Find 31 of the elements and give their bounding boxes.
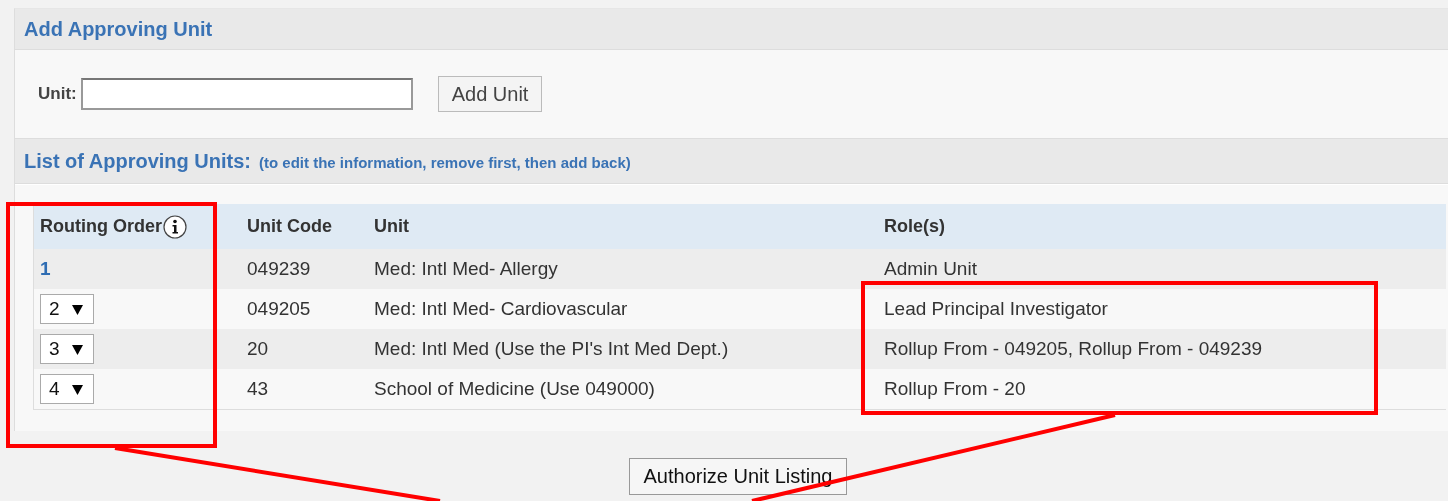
table-cell: Lead Principal Investigator — [878, 289, 1446, 329]
table-cell: Med: Intl Med- Allergy — [368, 249, 878, 289]
add-unit-button[interactable]: Add Unit — [437, 76, 543, 112]
caret-icon — [71, 343, 83, 355]
table-cell: 20 — [241, 329, 368, 369]
section-title: List of Approving Units: — [24, 149, 251, 173]
unit-field[interactable] — [80, 78, 413, 110]
routing-order-dropdown[interactable]: 2 — [40, 294, 94, 324]
table-cell: Rollup From - 20 — [878, 369, 1446, 410]
table-cell: Admin Unit — [878, 249, 1446, 289]
column-header: Routing Order — [40, 216, 162, 237]
table-cell: School of Medicine (Use 049000) — [368, 369, 878, 410]
column-header: Unit — [374, 216, 409, 237]
field-label: Unit: — [38, 84, 77, 104]
table-cell: Rollup From - 049205, Rollup From - 049239 — [878, 329, 1446, 369]
routing-order-dropdown[interactable]: 3 — [40, 334, 94, 364]
routing-order-dropdown[interactable]: 4 — [40, 374, 94, 404]
info-icon[interactable] — [163, 214, 187, 239]
table-cell: 049239 — [241, 249, 368, 289]
caret-icon — [71, 303, 83, 315]
column-header: Role(s) — [884, 216, 945, 237]
table-cell: Med: Intl Med- Cardiovascular — [368, 289, 878, 329]
authorize-unit-listing-button[interactable]: Authorize Unit Listing — [628, 458, 848, 495]
table-cell: 43 — [241, 369, 368, 410]
section-note: (to edit the information, remove first, then add back) — [259, 153, 631, 171]
table-cell: Med: Intl Med (Use the PI's Int Med Dept.) — [368, 329, 878, 369]
section-title: Add Approving Unit — [24, 17, 213, 41]
table-cell: 049205 — [241, 289, 368, 329]
routing-order-link[interactable]: 1 — [40, 258, 51, 279]
caret-icon — [71, 383, 83, 395]
column-header: Unit Code — [247, 216, 332, 237]
